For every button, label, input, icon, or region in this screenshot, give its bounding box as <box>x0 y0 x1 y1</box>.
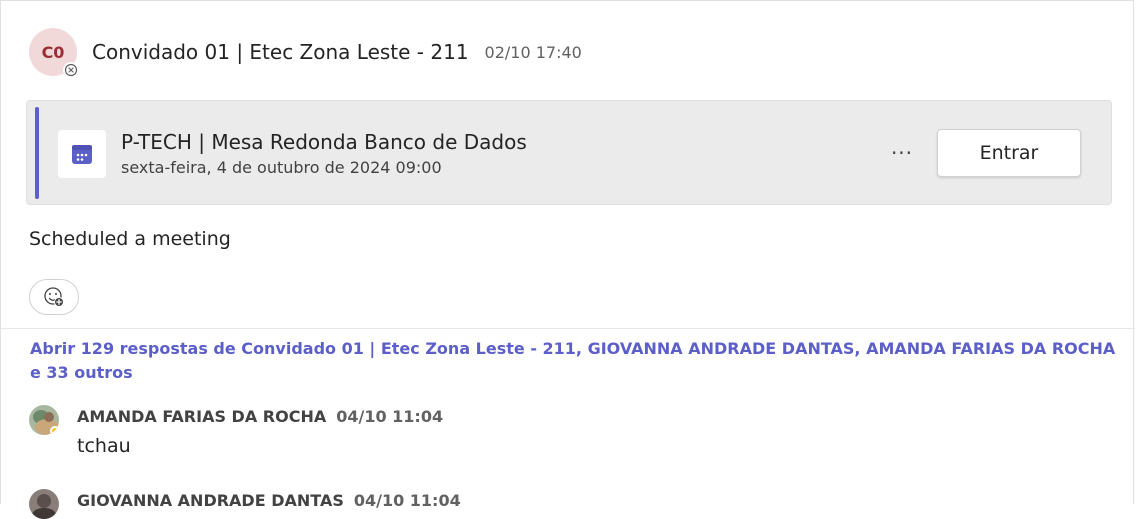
avatar[interactable] <box>29 405 59 435</box>
meeting-accent-bar <box>35 107 39 199</box>
more-options-button[interactable]: ··· <box>885 139 919 167</box>
reply-author[interactable]: GIOVANNA ANDRADE DANTAS <box>77 491 344 510</box>
presence-offline-icon <box>63 62 79 78</box>
avatar-initials: C0 <box>41 42 65 62</box>
divider <box>1 328 1135 329</box>
meeting-date: sexta-feira, 4 de outubro de 2024 09:00 <box>121 158 442 177</box>
meeting-title[interactable]: P-TECH | Mesa Redonda Banco de Dados <box>121 130 527 154</box>
reply-timestamp: 04/10 11:04 <box>353 491 461 510</box>
post-message: Scheduled a meeting <box>29 228 231 250</box>
join-button[interactable]: Entrar <box>937 129 1081 177</box>
meeting-card[interactable]: P-TECH | Mesa Redonda Banco de Dados sex… <box>26 100 1112 205</box>
avatar[interactable]: C0 <box>29 28 79 78</box>
reply-author[interactable]: AMANDA FARIAS DA ROCHA <box>77 407 326 426</box>
open-replies-link[interactable]: Abrir 129 respostas de Convidado 01 | Et… <box>30 337 1120 385</box>
add-reaction-button[interactable] <box>29 279 79 315</box>
post-author[interactable]: Convidado 01 | Etec Zona Leste - 211 <box>92 40 469 64</box>
reply-timestamp: 04/10 11:04 <box>336 407 444 426</box>
post-header: C0 Convidado 01 | Etec Zona Leste - 211 … <box>29 28 582 78</box>
calendar-icon <box>58 130 106 178</box>
reply-text: tchau <box>77 435 131 457</box>
emoji-add-icon <box>44 287 64 307</box>
status-away-icon <box>50 426 59 435</box>
conversation-pane: C0 Convidado 01 | Etec Zona Leste - 211 … <box>0 0 1135 519</box>
post-timestamp: 02/10 17:40 <box>484 42 582 62</box>
avatar[interactable] <box>29 489 59 519</box>
